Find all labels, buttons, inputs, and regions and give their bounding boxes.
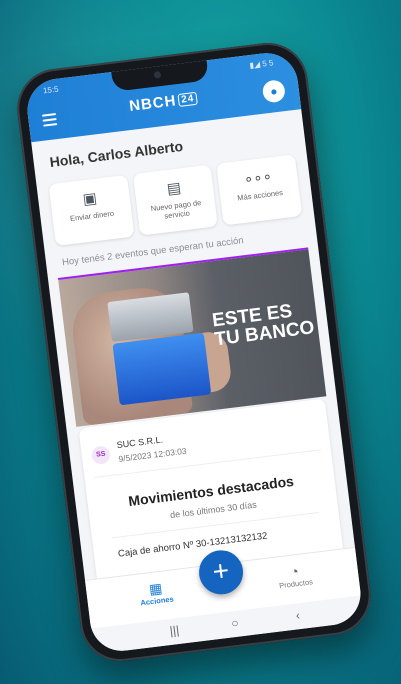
- banner-headline: ESTE ES TU BANCO: [211, 299, 315, 350]
- status-icons: ▮◢ 5 5: [249, 58, 274, 71]
- phone-screen: 15:5 ▮◢ 5 5 NBCH 24 ● Hola, Carlos Albert…: [23, 49, 365, 655]
- new-service-payment-button[interactable]: ▤ Nuevo pago de servicio: [132, 164, 219, 236]
- action-label: Nuevo pago de servicio: [150, 198, 202, 221]
- brand-suffix: 24: [177, 91, 199, 107]
- greeting-text: Hola, Carlos Alberto: [48, 137, 184, 171]
- merchant-badge: SS: [90, 445, 111, 466]
- home-content: Hola, Carlos Alberto ▣ Enviar dinero ▤ N…: [31, 109, 356, 638]
- promo-banner[interactable]: ESTE ES TU BANCO: [57, 247, 327, 427]
- send-money-button[interactable]: ▣ Enviar dinero: [48, 174, 135, 247]
- nav-products-tab[interactable]: ◔ Productos: [259, 559, 332, 592]
- more-actions-button[interactable]: ∘∘∘ Más acciones: [216, 154, 303, 226]
- nav-actions-tab[interactable]: ▦ Acciones: [120, 576, 193, 609]
- camera-icon: [153, 70, 162, 79]
- home-icon[interactable]: ○: [231, 616, 240, 631]
- quick-actions: ▣ Enviar dinero ▤ Nuevo pago de servicio…: [48, 154, 303, 247]
- phone-device: 15:5 ▮◢ 5 5 NBCH 24 ● Hola, Carlos Albert…: [12, 38, 376, 666]
- banner-blue-card-image: [112, 332, 212, 406]
- status-time: 15:5: [42, 84, 60, 96]
- brand-name: NBCH: [128, 92, 178, 115]
- merchant-name: SUC S.R.L.: [116, 434, 164, 451]
- back-icon[interactable]: ‹: [295, 608, 301, 622]
- recent-apps-icon[interactable]: |||: [169, 623, 180, 638]
